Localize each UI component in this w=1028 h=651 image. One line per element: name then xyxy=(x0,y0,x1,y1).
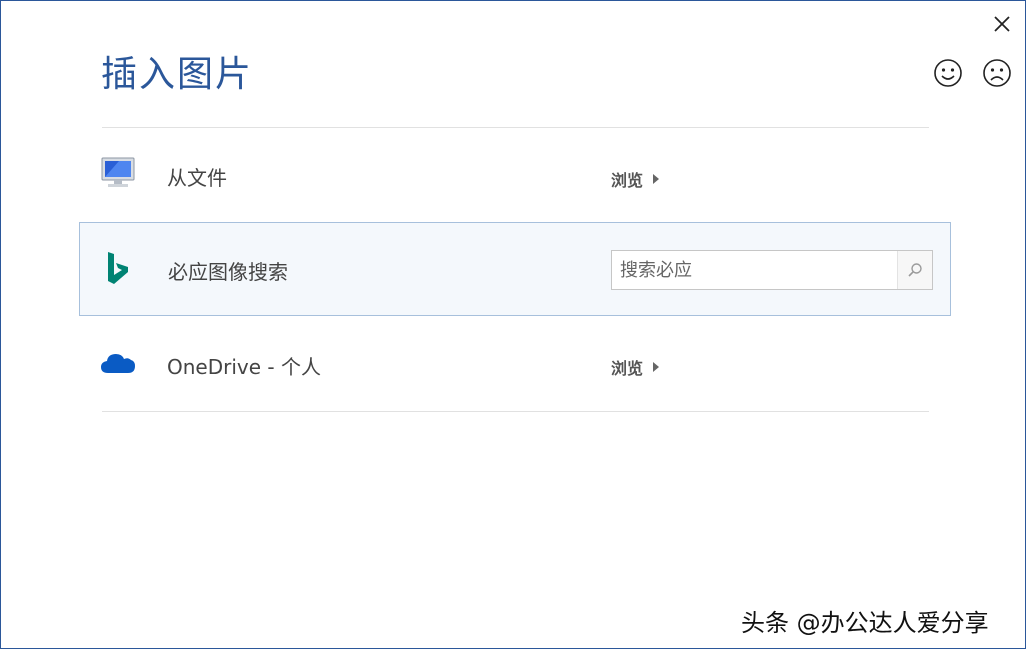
chevron-right-icon xyxy=(653,174,660,184)
source-label: 必应图像搜索 xyxy=(168,260,288,284)
source-label: OneDrive - 个人 xyxy=(167,355,321,379)
browse-label: 浏览 xyxy=(611,171,644,190)
bing-icon xyxy=(106,251,130,289)
onedrive-icon xyxy=(99,351,137,379)
insert-picture-dialog: 插入图片 从文件 浏览 必应图像搜索 搜索必应 OneDrive - 个人 浏览… xyxy=(0,0,1026,649)
bing-search-input[interactable] xyxy=(612,251,897,289)
divider xyxy=(102,411,929,412)
search-icon xyxy=(908,263,922,277)
divider xyxy=(102,127,929,128)
close-button[interactable] xyxy=(989,11,1015,37)
browse-button[interactable]: 浏览 xyxy=(611,355,660,379)
watermark: 头条 @办公达人爱分享 xyxy=(741,609,989,637)
computer-icon xyxy=(99,155,137,193)
smile-icon xyxy=(934,59,962,87)
frown-icon xyxy=(983,59,1011,87)
bing-search-field xyxy=(611,250,933,290)
chevron-right-icon xyxy=(653,362,660,372)
browse-button[interactable]: 浏览 xyxy=(611,167,660,191)
search-button[interactable] xyxy=(897,251,932,289)
source-row-onedrive[interactable]: OneDrive - 个人 浏览 xyxy=(79,317,951,411)
close-icon xyxy=(994,16,1010,32)
source-label: 从文件 xyxy=(167,166,227,190)
send-frown-button[interactable] xyxy=(982,58,1012,88)
send-smile-button[interactable] xyxy=(933,58,963,88)
browse-label: 浏览 xyxy=(611,359,644,378)
source-row-from-file[interactable]: 从文件 浏览 xyxy=(79,129,951,223)
source-row-bing-search[interactable]: 必应图像搜索 xyxy=(79,222,951,316)
dialog-title: 插入图片 xyxy=(101,54,254,95)
